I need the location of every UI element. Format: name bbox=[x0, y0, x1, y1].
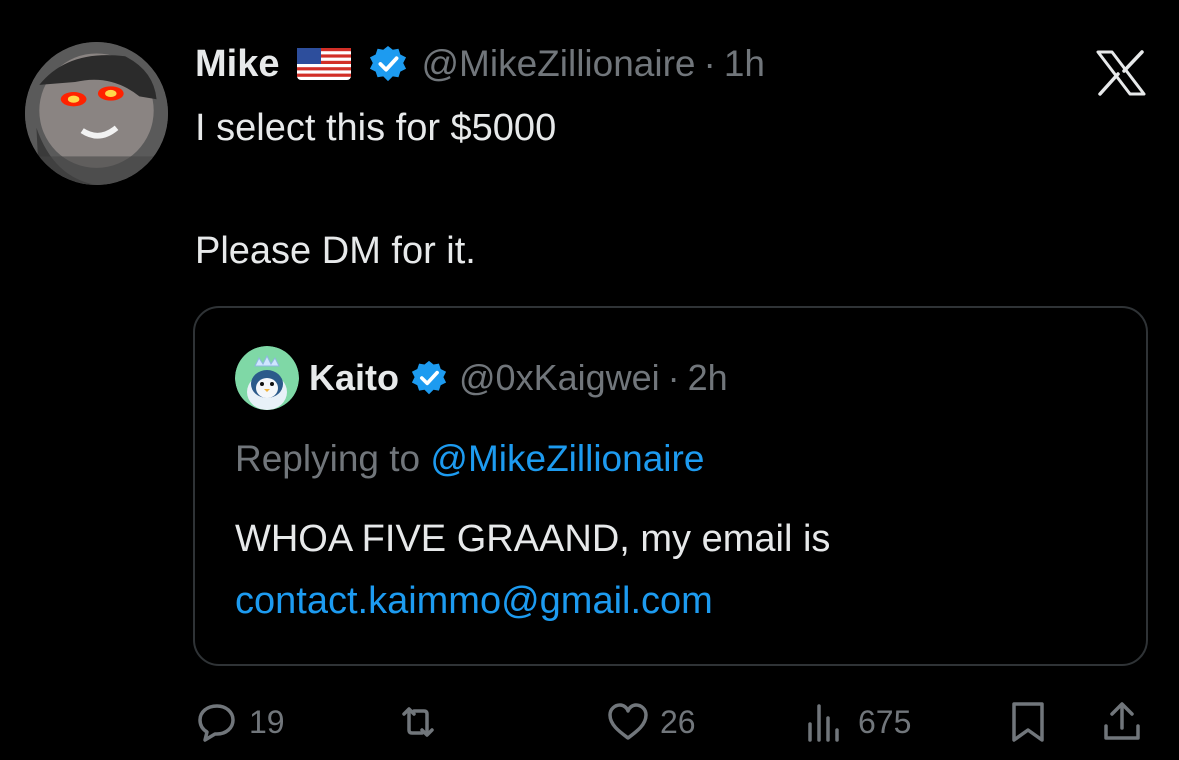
verified-badge-icon bbox=[411, 360, 447, 396]
quoted-tweet-card[interactable]: Kaito @0xKaigwei · 2h Replying to @MikeZ… bbox=[193, 306, 1148, 666]
tweet-action-bar: 19 26 675 bbox=[0, 700, 1179, 746]
quoted-tweet-header: Kaito @0xKaigwei · 2h bbox=[235, 346, 728, 410]
replying-to-line: Replying to @MikeZillionaire bbox=[235, 438, 704, 480]
bookmark-icon bbox=[1012, 702, 1044, 742]
reply-button[interactable]: 19 bbox=[195, 700, 285, 744]
bookmark-button[interactable] bbox=[1006, 700, 1050, 744]
views-button[interactable]: 675 bbox=[804, 700, 911, 744]
author-name[interactable]: Mike bbox=[195, 43, 279, 86]
verified-badge-icon bbox=[369, 45, 407, 83]
tweet-text-line: Please DM for it. bbox=[195, 230, 476, 272]
retweet-button[interactable] bbox=[396, 700, 440, 744]
tweet-header: Mike @MikeZillionaire · 1h bbox=[195, 38, 765, 90]
like-button[interactable]: 26 bbox=[606, 700, 696, 744]
tweet-text-line: I select this for $5000 bbox=[195, 107, 557, 149]
author-handle[interactable]: @MikeZillionaire bbox=[421, 43, 695, 85]
reply-count: 19 bbox=[249, 703, 285, 740]
reply-icon bbox=[198, 704, 235, 742]
quoted-author-name[interactable]: Kaito bbox=[309, 357, 399, 399]
quoted-author-handle[interactable]: @0xKaigwei bbox=[459, 357, 660, 399]
view-count: 675 bbox=[858, 703, 912, 740]
like-count: 26 bbox=[660, 703, 696, 740]
share-button[interactable] bbox=[1100, 700, 1144, 744]
replying-to-label: Replying to bbox=[235, 438, 431, 479]
us-flag-icon bbox=[297, 44, 352, 84]
retweet-icon bbox=[402, 707, 434, 737]
quoted-tweet-time[interactable]: 2h bbox=[688, 357, 728, 399]
quoted-author-avatar[interactable] bbox=[235, 346, 299, 410]
views-icon bbox=[808, 704, 839, 742]
separator-dot: · bbox=[667, 357, 680, 398]
separator-dot: · bbox=[703, 43, 716, 84]
heart-icon bbox=[608, 703, 648, 740]
quoted-tweet-text: WHOA FIVE GRAAND, my email is bbox=[235, 518, 831, 560]
email-link[interactable]: contact.kaimmo@gmail.com bbox=[235, 580, 713, 623]
tweet-time[interactable]: 1h bbox=[724, 43, 765, 85]
x-logo-icon[interactable] bbox=[1096, 50, 1146, 96]
author-avatar[interactable] bbox=[25, 42, 168, 185]
share-icon bbox=[1104, 702, 1140, 740]
replying-to-handle-link[interactable]: @MikeZillionaire bbox=[430, 438, 704, 479]
